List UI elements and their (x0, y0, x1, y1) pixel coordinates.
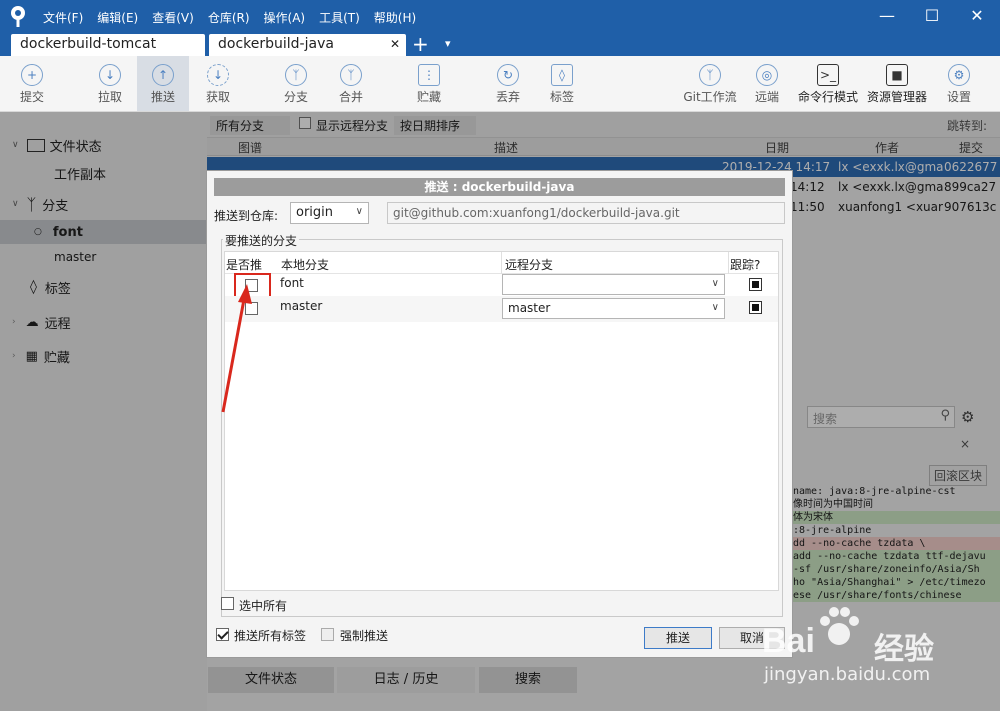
stash-icon: ⋮ (418, 64, 440, 86)
discard-button[interactable]: ↻ 丢弃 (482, 56, 534, 111)
select-all-label: 选中所有 (239, 599, 288, 613)
menu-tools[interactable]: 工具(T) (319, 9, 360, 26)
close-window-icon[interactable]: ✕ (966, 5, 988, 27)
watermark-url: jingyan.baidu.com (764, 664, 931, 685)
tab-dockerbuild-java[interactable]: dockerbuild-java ✕ (209, 34, 406, 56)
tab-dockerbuild-tomcat[interactable]: dockerbuild-tomcat (11, 34, 205, 56)
menu-bar: 文件(F) 编辑(E) 查看(V) 仓库(R) 操作(A) 工具(T) 帮助(H… (43, 9, 416, 26)
chevron-down-icon: ∨ (711, 302, 719, 313)
menu-file[interactable]: 文件(F) (43, 9, 83, 26)
chevron-down-icon: ∨ (711, 278, 719, 289)
terminal-icon: >_ (817, 64, 839, 86)
remote-button[interactable]: ◎ 远端 (741, 56, 793, 111)
push-dialog: 推送 : dockerbuild-java 推送到仓库: origin ∨ gi… (206, 170, 793, 658)
arrow-down-icon: ↓ (99, 64, 121, 86)
settings-button[interactable]: ⚙ 设置 (933, 56, 985, 111)
watermark-brand-cn: 经验 (874, 632, 934, 667)
menu-actions[interactable]: 操作(A) (264, 9, 306, 26)
track-checkbox-font[interactable] (749, 278, 762, 291)
gitflow-icon: ᛉ (699, 64, 721, 86)
push-all-tags-label: 推送所有标签 (234, 629, 307, 643)
maximize-icon[interactable]: ☐ (921, 5, 943, 27)
push-button[interactable]: ↑ 推送 (137, 56, 189, 111)
merge-button[interactable]: ᛉ 合并 (325, 56, 377, 111)
select-all-checkbox[interactable] (221, 597, 234, 610)
annotation-arrow-icon (221, 284, 252, 413)
tab-close-icon[interactable]: ✕ (390, 37, 400, 51)
menu-view[interactable]: 查看(V) (152, 9, 194, 26)
chevron-down-icon: ∨ (355, 206, 363, 217)
discard-icon: ↻ (497, 64, 519, 86)
push-to-repo-label: 推送到仓库: (214, 209, 279, 223)
menu-edit[interactable]: 编辑(E) (97, 9, 138, 26)
branches-table: 是否推 本地分支 远程分支 跟踪? font ∨ master master ∨ (224, 251, 779, 591)
push-button[interactable]: 推送 (644, 627, 712, 649)
merge-icon: ᛉ (340, 64, 362, 86)
plus-icon: + (21, 64, 43, 86)
local-branch-font: font (280, 276, 304, 290)
menu-repository[interactable]: 仓库(R) (208, 9, 250, 26)
tab-list-chevron-icon[interactable]: ▾ (445, 37, 451, 50)
sourcetree-logo-icon (11, 6, 25, 27)
repo-url-field[interactable]: git@github.com:xuanfong1/dockerbuild-jav… (387, 202, 785, 224)
terminal-button[interactable]: >_ 命令行模式 (795, 56, 861, 111)
commit-button[interactable]: + 提交 (6, 56, 58, 111)
toolbar: + 提交 ↓ 拉取 ↑ 推送 ↓ 获取 ᛉ 分支 ᛉ 合并 ⋮ 贮藏 ↻ 丢弃 ◊ 标签 ᛉ Git… (0, 56, 1000, 112)
dialog-title: 推送 : dockerbuild-java (214, 178, 785, 196)
arrow-up-icon: ↑ (152, 64, 174, 86)
gitflow-button[interactable]: ᛉ Git工作流 (678, 56, 742, 111)
tab-label: dockerbuild-java (218, 36, 334, 52)
add-tab-icon[interactable]: + (412, 32, 429, 56)
paw-icon (820, 607, 859, 645)
watermark-brand: Bai (762, 622, 815, 660)
stash-button[interactable]: ⋮ 贮藏 (403, 56, 455, 111)
force-push-checkbox[interactable] (321, 628, 334, 641)
remote-branch-select-font[interactable]: ∨ (502, 274, 725, 295)
menu-help[interactable]: 帮助(H) (374, 9, 416, 26)
table-row: font ∨ (225, 273, 778, 298)
branches-table-header: 是否推 本地分支 远程分支 跟踪? (225, 252, 778, 274)
fetch-icon: ↓ (207, 64, 229, 86)
repo-select[interactable]: origin ∨ (290, 202, 369, 224)
branch-button[interactable]: ᛉ 分支 (270, 56, 322, 111)
folder-icon: ■ (886, 64, 908, 86)
remote-branch-select-master[interactable]: master ∨ (502, 298, 725, 319)
pull-button[interactable]: ↓ 拉取 (84, 56, 136, 111)
tag-button[interactable]: ◊ 标签 (536, 56, 588, 111)
repo-tabs: dockerbuild-tomcat dockerbuild-java ✕ + … (0, 32, 1000, 56)
column-divider (501, 252, 502, 274)
tag-icon: ◊ (551, 64, 573, 86)
globe-icon: ◎ (756, 64, 778, 86)
fetch-button[interactable]: ↓ 获取 (192, 56, 244, 111)
column-divider (728, 252, 729, 274)
branches-group-label: 要推送的分支 (223, 232, 300, 249)
explorer-button[interactable]: ■ 资源管理器 (864, 56, 930, 111)
gear-icon: ⚙ (948, 64, 970, 86)
force-push-label: 强制推送 (340, 629, 389, 643)
local-branch-master: master (280, 299, 323, 313)
table-row: master master ∨ (225, 296, 778, 322)
track-checkbox-master[interactable] (749, 301, 762, 314)
minimize-icon[interactable]: — (876, 5, 898, 27)
baidu-watermark: Bai 经验 jingyan.baidu.com (756, 604, 992, 688)
title-bar: 文件(F) 编辑(E) 查看(V) 仓库(R) 操作(A) 工具(T) 帮助(H… (0, 0, 1000, 32)
branch-icon: ᛉ (285, 64, 307, 86)
push-all-tags-checkbox[interactable] (216, 628, 229, 641)
